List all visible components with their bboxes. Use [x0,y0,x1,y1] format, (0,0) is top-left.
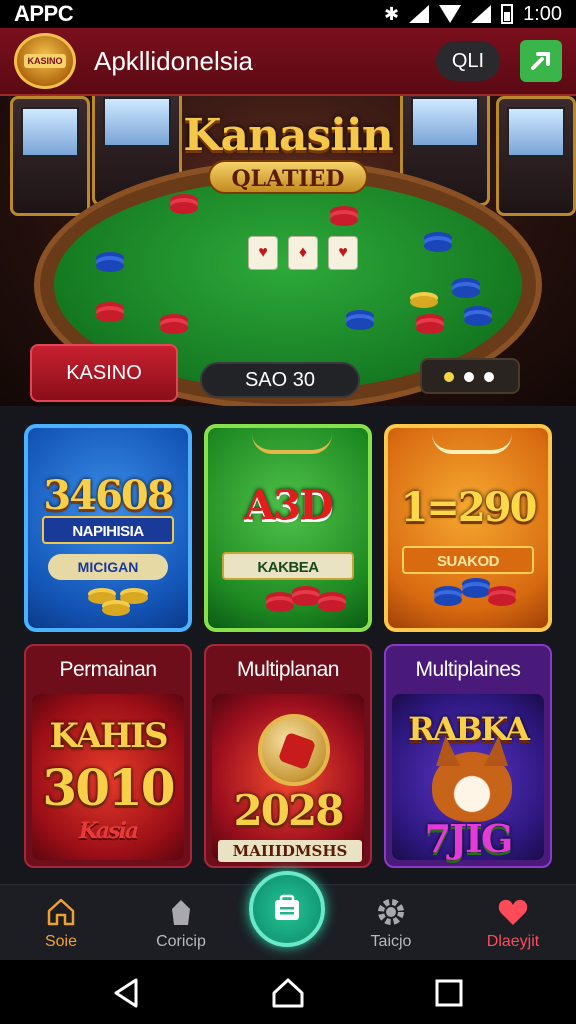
game-tile-art-number: 3010 [42,758,175,817]
app-title: Apkllidonelsia [94,45,253,76]
game-card-number: 34608 [43,472,174,519]
game-tile-art-number: 2028 [233,786,345,835]
category-icon [172,900,190,925]
system-nav-bar [0,960,576,1024]
card-image: ♦ [288,236,318,270]
fox-mascot-image [432,752,512,822]
game-card-ribbon: SUAKOD [402,546,534,574]
status-time: 1:00 [523,2,562,25]
gear-icon [378,899,404,925]
sao-pill[interactable]: SAO 30 [200,362,360,398]
battery-icon [501,4,514,24]
wifi-icon [439,5,462,23]
game-tile-art-number: 7JIG [424,816,514,861]
game-tile-title: Multiplaines [415,658,521,681]
chip-stack-image [462,586,490,598]
chip-stack-image [346,318,374,330]
status-bar-app-label: APPC [14,1,74,26]
wallet-icon [275,894,299,920]
game-card-ribbon: KAKBEA [222,552,354,580]
chip-stack-image [424,240,452,252]
chip-stack-image [488,594,516,606]
token-image [258,714,330,786]
game-tile-art-script: Kasia [78,818,139,844]
game-tile-title: Multiplanan [237,658,339,681]
share-icon [531,52,550,70]
status-icons: ✱ 1:00 [384,3,562,26]
home-icon [47,898,75,926]
status-bar: APPC ✱ 1:00 [0,0,576,28]
nav-item-label: Dlaeyjit [486,933,540,950]
chip-stack-image [452,286,480,298]
card-image: ♥ [248,236,278,270]
chip-stack-image [330,214,358,226]
ornament-image [432,434,512,454]
app-screen: APPC ✱ 1:00 KASINO Apkllidonelsia QLI Ka… [0,0,576,1024]
hero-title: Kanasiin [183,110,393,161]
ornament-image [252,434,332,454]
home-nav-icon[interactable] [271,976,305,1010]
signal-icon [409,5,430,23]
back-icon[interactable] [110,976,144,1010]
game-card-number: 1=290 [400,484,538,531]
nav-item-label: Taicjo [370,933,412,950]
chip-stack-image [434,594,462,606]
game-tile-art: RABKA 7JIG [392,694,544,861]
chip-stack-image [120,592,148,604]
chip-stack-image [292,594,320,606]
game-card-blue[interactable]: 34608 NAPIHISIA MICIGAN [24,424,192,632]
game-tile-art: KAHIS 3010 Kasia [32,694,184,860]
nav-item-label: Soie [44,933,78,950]
chip-stack-image [102,604,130,616]
chip-stack-image [410,296,438,308]
nav-item-home[interactable]: Soie [6,893,116,957]
chip-stack-image [96,310,124,322]
game-tile-permainan[interactable]: Permainan KAHIS 3010 Kasia [24,644,192,868]
hero-subtitle: QLATIED [208,160,368,194]
slot-machine-image [496,96,576,216]
nav-item-settings[interactable]: Taicjo [336,893,446,957]
app-logo[interactable]: KASINO [14,33,76,89]
share-button[interactable] [520,40,562,82]
game-card-number: A3D [244,482,334,529]
game-tile-art-ribbon: MAIIIDMSHS [218,840,362,862]
kasino-button[interactable]: KASINO [30,344,178,402]
game-tile-art-heading: KAHIS [49,716,168,756]
game-tile-art: 2028 MAIIIDMSHS [212,694,364,862]
card-image: ♥ [328,236,358,270]
qli-button[interactable]: QLI [436,41,500,81]
game-card-ribbon: NAPIHISIA [42,516,174,544]
app-logo-text: KASINO [24,54,66,68]
game-tile-title: Permainan [59,658,157,681]
game-card-green[interactable]: A3D KAKBEA [204,424,372,632]
signal-icon-2 [471,5,492,23]
table-control-panel [420,358,520,394]
game-tile-art-heading: RABKA [408,710,530,748]
game-card-orange[interactable]: 1=290 SUAKOD [384,424,552,632]
slot-machine-image [10,96,90,216]
hero-banner[interactable]: Kanasiin QLATIED ♥ ♦ ♥ KASINO SAO 30 [0,96,576,406]
chip-stack-image [170,202,198,214]
game-grid: 34608 NAPIHISIA MICIGAN A3D KAKBEA 1=290… [0,406,576,884]
game-card-mini-label: MICIGAN [48,554,168,580]
bottom-nav: Soie Coricip Taicjo Dlaeyjit [0,871,576,960]
nav-item-favorites[interactable]: Dlaeyjit [458,893,568,957]
game-tile-multiplanan[interactable]: Multiplanan 2028 MAIIIDMSHS [204,644,372,868]
recents-icon[interactable] [432,976,466,1010]
chip-stack-image [266,600,294,612]
heart-icon [498,899,528,925]
chip-stack-image [416,322,444,334]
chip-stack-image [88,592,116,604]
nav-item-category[interactable]: Coricip [126,893,236,957]
chip-stack-image [96,260,124,272]
bluetooth-icon: ✱ [383,3,400,24]
wallet-button[interactable] [249,871,325,947]
chip-stack-image [318,600,346,612]
nav-item-label: Coricip [156,933,206,950]
app-header: KASINO Apkllidonelsia QLI [0,28,576,96]
game-tile-multiplaines[interactable]: Multiplaines RABKA 7JIG [384,644,552,868]
chip-stack-image [160,322,188,334]
chip-stack-image [464,314,492,326]
